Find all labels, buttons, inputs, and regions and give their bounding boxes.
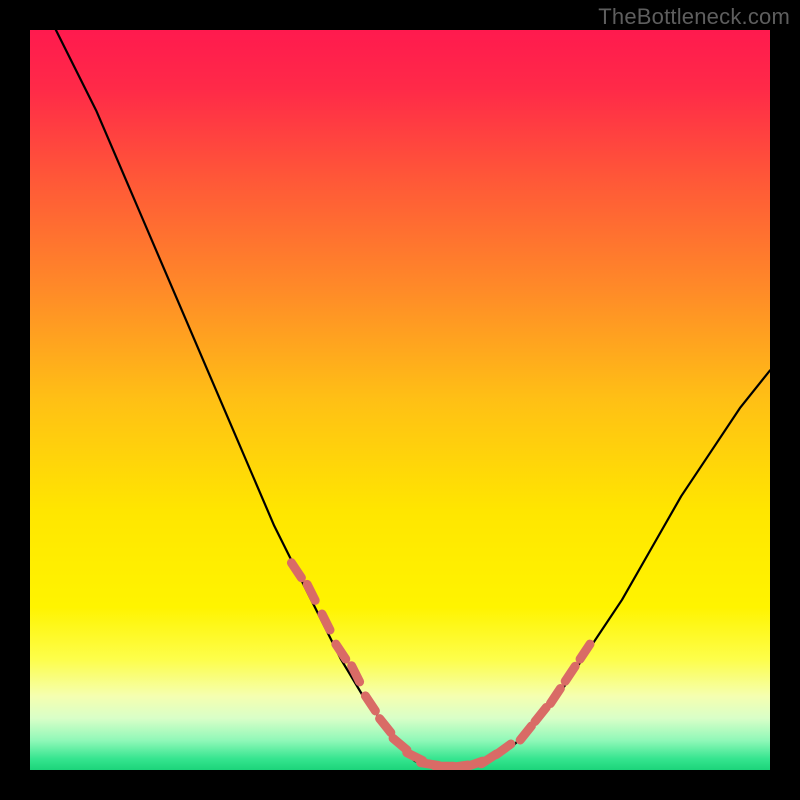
marker-dash — [336, 644, 346, 659]
marker-dash — [393, 738, 407, 750]
marker-dash — [380, 719, 391, 733]
curve-markers — [291, 563, 590, 768]
marker-dash — [291, 563, 301, 578]
plot-area — [30, 30, 770, 770]
marker-dash — [322, 614, 330, 630]
marker-dash — [565, 666, 575, 681]
marker-dash — [496, 744, 511, 755]
watermark-text: TheBottleneck.com — [598, 4, 790, 30]
marker-dash — [365, 696, 375, 711]
marker-dash — [535, 708, 546, 722]
bottleneck-curve — [30, 30, 770, 766]
marker-dash — [580, 644, 590, 659]
chart-frame: TheBottleneck.com — [0, 0, 800, 800]
marker-dash — [520, 726, 531, 740]
marker-dash — [550, 689, 560, 704]
chart-svg — [30, 30, 770, 770]
marker-dash — [307, 584, 315, 600]
